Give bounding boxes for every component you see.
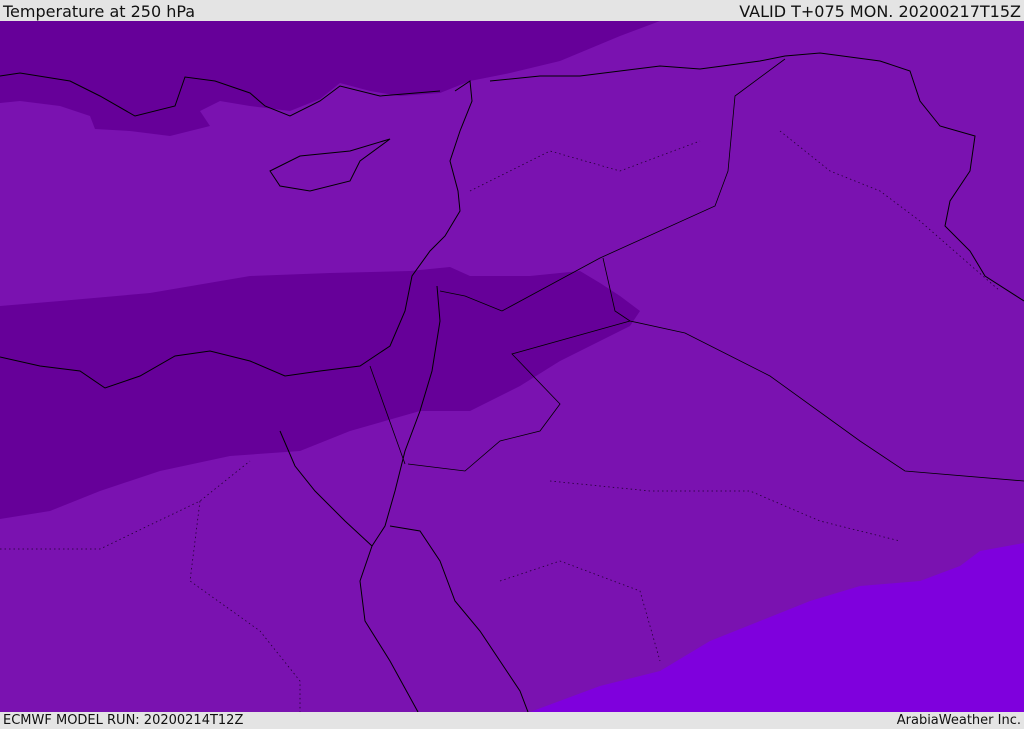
map-title: Temperature at 250 hPa <box>3 2 196 21</box>
model-run: ECMWF MODEL RUN: 20200214T12Z <box>3 713 244 728</box>
credit: ArabiaWeather Inc. <box>896 713 1021 728</box>
valid-time: VALID T+075 MON. 20200217T15Z <box>739 2 1021 21</box>
footer-bar: ECMWF MODEL RUN: 20200214T12Z ArabiaWeat… <box>0 712 1024 729</box>
temperature-map <box>0 21 1024 712</box>
header-bar: Temperature at 250 hPa VALID T+075 MON. … <box>0 0 1024 21</box>
